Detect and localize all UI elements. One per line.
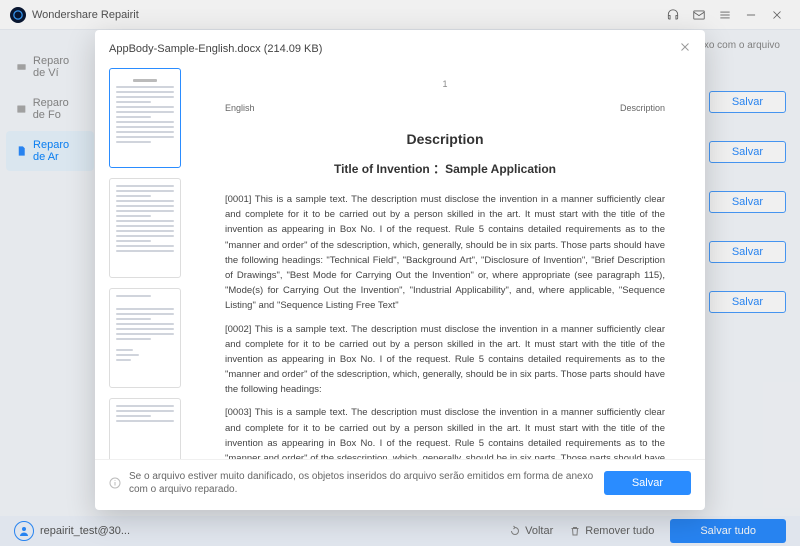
doc-paragraph: [0001] This is a sample text. The descri…	[225, 192, 665, 314]
document-preview[interactable]: 1 English Description Description Title …	[195, 68, 695, 459]
modal-warning: Se o arquivo estiver muito danificado, o…	[129, 470, 596, 496]
meta-row: English Description	[225, 102, 665, 116]
doc-paragraph: [0002] This is a sample text. The descri…	[225, 322, 665, 398]
page-thumbnail[interactable]	[109, 288, 181, 388]
doc-heading1: Description	[225, 129, 665, 150]
doc-paragraph: [0003] This is a sample text. The descri…	[225, 405, 665, 459]
modal-overlay: AppBody-Sample-English.docx (214.09 KB)	[0, 0, 800, 546]
page-thumbnail[interactable]	[109, 68, 181, 168]
info-icon	[109, 477, 121, 489]
page-number: 1	[225, 78, 665, 92]
preview-modal: AppBody-Sample-English.docx (214.09 KB)	[95, 30, 705, 510]
doc-heading2: Title of Invention ：Sample Application	[225, 160, 665, 178]
modal-header: AppBody-Sample-English.docx (214.09 KB)	[95, 30, 705, 68]
page-thumbnail[interactable]	[109, 178, 181, 278]
thumbnail-panel[interactable]	[105, 68, 187, 459]
meta-left: English	[225, 102, 255, 116]
modal-save-button[interactable]: Salvar	[604, 471, 691, 495]
page-thumbnail[interactable]	[109, 398, 181, 459]
modal-footer: Se o arquivo estiver muito danificado, o…	[95, 459, 705, 510]
modal-title: AppBody-Sample-English.docx (214.09 KB)	[109, 43, 322, 55]
meta-right: Description	[620, 102, 665, 116]
modal-close-button[interactable]	[679, 40, 691, 58]
